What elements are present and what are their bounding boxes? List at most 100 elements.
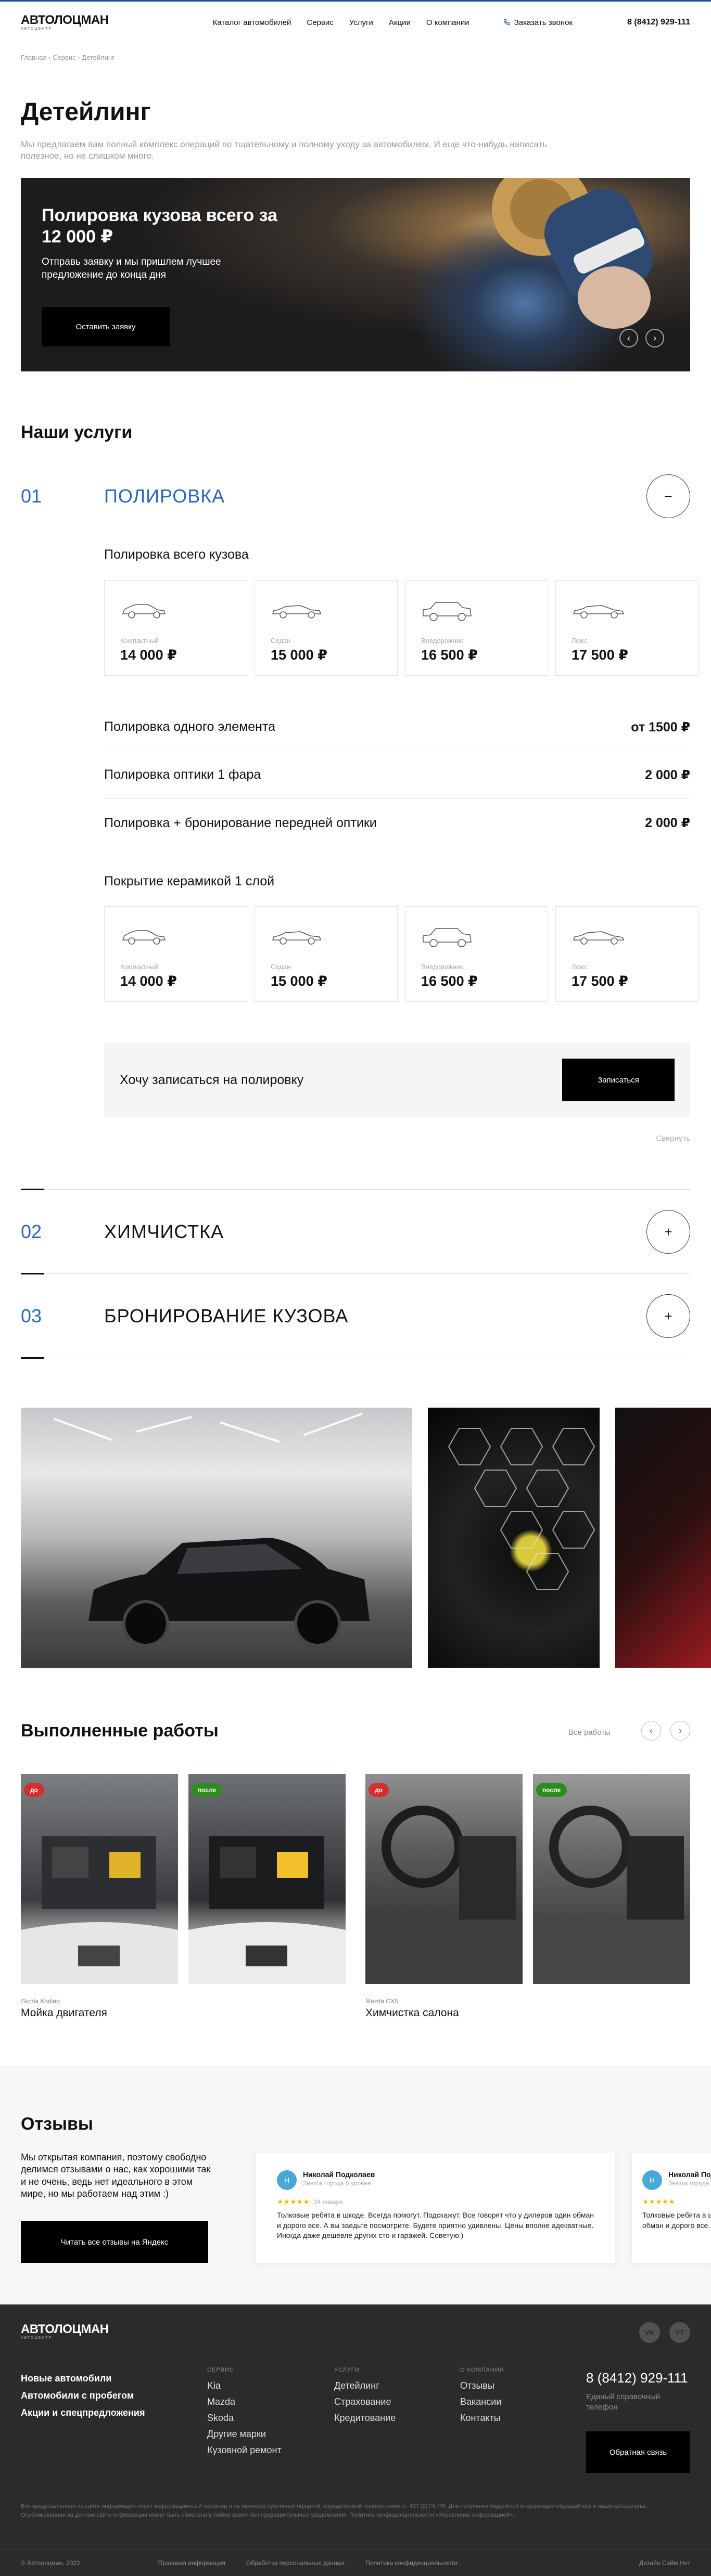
collapse-link[interactable]: Свернуть bbox=[656, 1134, 690, 1143]
footer-col-heading: Сервис bbox=[207, 2367, 234, 2373]
banner-prev-button[interactable]: ‹ bbox=[619, 329, 638, 347]
subgroup-title: Полировка всего кузова bbox=[104, 547, 249, 562]
before-tag: до bbox=[24, 1783, 44, 1797]
gallery-photo[interactable] bbox=[428, 1408, 600, 1668]
site-header: АВТОЛОЦМАН автоцентр Каталог автомобилей… bbox=[0, 2, 711, 43]
card-label: Седан bbox=[271, 963, 291, 971]
expand-toggle-button[interactable]: + bbox=[646, 1210, 690, 1254]
service-item-body-armor[interactable]: 03 БРОНИРОВАНИЕ КУЗОВА + bbox=[21, 1294, 690, 1338]
footer-link[interactable]: Kia bbox=[207, 2380, 282, 2391]
main-nav: Каталог автомобилей Сервис Услуги Акции … bbox=[213, 18, 469, 27]
page-title: Детейлинг bbox=[21, 98, 151, 126]
price-cards-ceramic: Компактный 14 000 ₽ Седан 15 000 ₽ Внедо… bbox=[104, 906, 699, 1002]
breadcrumb: Главная › Сервис › Детейлинг bbox=[0, 43, 711, 61]
youtube-icon[interactable]: YT bbox=[669, 2322, 690, 2343]
avatar: Н bbox=[277, 2170, 297, 2190]
leave-request-button[interactable]: Оставить заявку bbox=[42, 307, 170, 346]
expand-toggle-button[interactable]: + bbox=[646, 1294, 690, 1338]
chevron-left-icon: ‹ bbox=[650, 1725, 653, 1736]
feedback-button[interactable]: Обратная связь bbox=[586, 2431, 690, 2473]
header-phone[interactable]: 8 (8412) 929-111 bbox=[627, 18, 690, 27]
footer-link[interactable]: Новые автомобили bbox=[21, 2373, 145, 2384]
reviews-title: Отзывы bbox=[21, 2114, 93, 2134]
footer-phone[interactable]: 8 (8412) 929-111 bbox=[586, 2370, 688, 2386]
row-name: Полировка + бронирование передней оптики bbox=[104, 815, 377, 830]
banner-next-button[interactable]: › bbox=[645, 329, 664, 347]
work-photo-after[interactable]: после bbox=[188, 1774, 346, 1984]
footer-link[interactable]: Детейлинг bbox=[334, 2380, 396, 2391]
card-price: 14 000 ₽ bbox=[120, 973, 177, 989]
footer-link[interactable]: Mazda bbox=[207, 2397, 282, 2407]
personal-data-link[interactable]: Обработка персональных данных bbox=[246, 2559, 345, 2567]
footer-link[interactable]: Кредитование bbox=[334, 2413, 396, 2424]
legal-link[interactable]: Правовая информация bbox=[158, 2559, 225, 2567]
nav-about[interactable]: О компании bbox=[426, 18, 469, 27]
price-card: Внедорожник 16 500 ₽ bbox=[405, 580, 548, 676]
review-text: Толковые ребята в шкоде. Всегда помогут.… bbox=[642, 2211, 711, 2230]
chevron-right-icon: › bbox=[653, 332, 656, 343]
suv-car-icon bbox=[423, 602, 472, 621]
sedan-car-icon bbox=[272, 605, 322, 619]
review-author: Николай Подколаев bbox=[303, 2170, 375, 2179]
review-text: Толковые ребята в шкоде. Всегда помогут.… bbox=[277, 2211, 594, 2240]
work-title[interactable]: Химчистка салона bbox=[365, 2007, 459, 2019]
footer-logo[interactable]: АВТОЛОЦМАН автоцентр bbox=[21, 2323, 109, 2340]
nav-promo[interactable]: Акции bbox=[389, 18, 411, 27]
book-button[interactable]: Записаться bbox=[562, 1059, 675, 1101]
price-row: Полировка одного элемента от 1500 ₽ bbox=[104, 703, 690, 751]
card-label: Люкс bbox=[572, 637, 588, 645]
nav-services[interactable]: Услуги bbox=[349, 18, 373, 27]
vk-icon[interactable]: VK bbox=[639, 2322, 660, 2343]
service-item-dry-cleaning[interactable]: 02 ХИМЧИСТКА + bbox=[21, 1210, 690, 1254]
work-photo-before[interactable]: до bbox=[365, 1774, 523, 1984]
read-all-reviews-button[interactable]: Читать все отзывы на Яндекс bbox=[21, 2221, 208, 2263]
footer-link[interactable]: Автомобили с пробегом bbox=[21, 2390, 145, 2401]
gallery-photo[interactable] bbox=[21, 1408, 412, 1668]
review-card: Н Николай Подколаев Знаток города 6 уров… bbox=[256, 2153, 615, 2263]
subgroup-title: Покрытие керамикой 1 слой bbox=[104, 874, 275, 888]
compact-car-icon bbox=[122, 604, 166, 619]
work-car-model: Skoda Kodiaq bbox=[21, 1998, 60, 2005]
footer-link[interactable]: Акции и спецпредложения bbox=[21, 2407, 145, 2418]
gallery-photo[interactable] bbox=[615, 1408, 711, 1668]
works-prev-button[interactable]: ‹ bbox=[641, 1721, 661, 1741]
footer-link[interactable]: Вакансии bbox=[460, 2397, 504, 2407]
breadcrumb-service[interactable]: Сервис bbox=[53, 54, 76, 61]
price-card: Внедорожник 16 500 ₽ bbox=[405, 906, 548, 1002]
breadcrumb-current: Детейлинг bbox=[82, 54, 115, 61]
developer-credit[interactable]: Дизайн Сайм.Нет bbox=[639, 2559, 690, 2567]
work-photo-after[interactable]: после bbox=[533, 1774, 690, 1984]
promo-banner: Полировка кузова всего за 12 000 ₽ Отпра… bbox=[21, 178, 690, 371]
footer-bottom-bar: © Автолоцман, 2022 Правовая информация О… bbox=[0, 2549, 711, 2576]
work-title[interactable]: Мойка двигателя bbox=[21, 2007, 107, 2019]
footer-disclaimer: Вся представленная на сайте информация н… bbox=[21, 2503, 647, 2518]
card-label: Внедорожник bbox=[421, 637, 463, 645]
footer-link[interactable]: Другие марки bbox=[207, 2429, 282, 2440]
price-row: Полировка оптики 1 фара 2 000 ₽ bbox=[104, 751, 690, 799]
footer-link[interactable]: Страхование bbox=[334, 2397, 396, 2407]
footer-link[interactable]: Отзывы bbox=[460, 2380, 504, 2391]
breadcrumb-separator-icon: › bbox=[48, 54, 53, 61]
all-works-link[interactable]: Все работы bbox=[568, 1728, 611, 1737]
price-card: Компактный 14 000 ₽ bbox=[104, 906, 247, 1002]
service-title: БРОНИРОВАНИЕ КУЗОВА bbox=[104, 1305, 349, 1326]
work-photo-before[interactable]: до bbox=[21, 1774, 178, 1984]
footer-link[interactable]: Skoda bbox=[207, 2413, 282, 2424]
breadcrumb-home[interactable]: Главная bbox=[21, 54, 46, 61]
works-next-button[interactable]: › bbox=[670, 1721, 690, 1741]
callback-label: Заказать звонок bbox=[514, 18, 573, 27]
privacy-policy-link[interactable]: Политика конфиденциальности bbox=[365, 2559, 458, 2567]
logo[interactable]: АВТОЛОЦМАН автоцентр bbox=[21, 14, 109, 31]
service-title: ПОЛИРОВКА bbox=[104, 485, 225, 507]
callback-link[interactable]: Заказать звонок bbox=[503, 18, 573, 27]
nav-service[interactable]: Сервис bbox=[307, 18, 333, 27]
logo-subtext: автоцентр bbox=[21, 27, 53, 31]
footer-link[interactable]: Контакты bbox=[460, 2413, 504, 2424]
collapse-toggle-button[interactable]: − bbox=[646, 474, 690, 518]
nav-catalog[interactable]: Каталог автомобилей bbox=[213, 18, 291, 27]
service-item-polishing[interactable]: 01 ПОЛИРОВКА − bbox=[21, 474, 690, 518]
review-card: Н Николай Подколаев Знаток города 6 уров… bbox=[632, 2153, 711, 2263]
footer-link[interactable]: Кузовной ремонт bbox=[207, 2445, 282, 2456]
footer-main-links: Новые автомобили Автомобили с пробегом А… bbox=[21, 2373, 145, 2425]
avatar: Н bbox=[642, 2170, 662, 2190]
